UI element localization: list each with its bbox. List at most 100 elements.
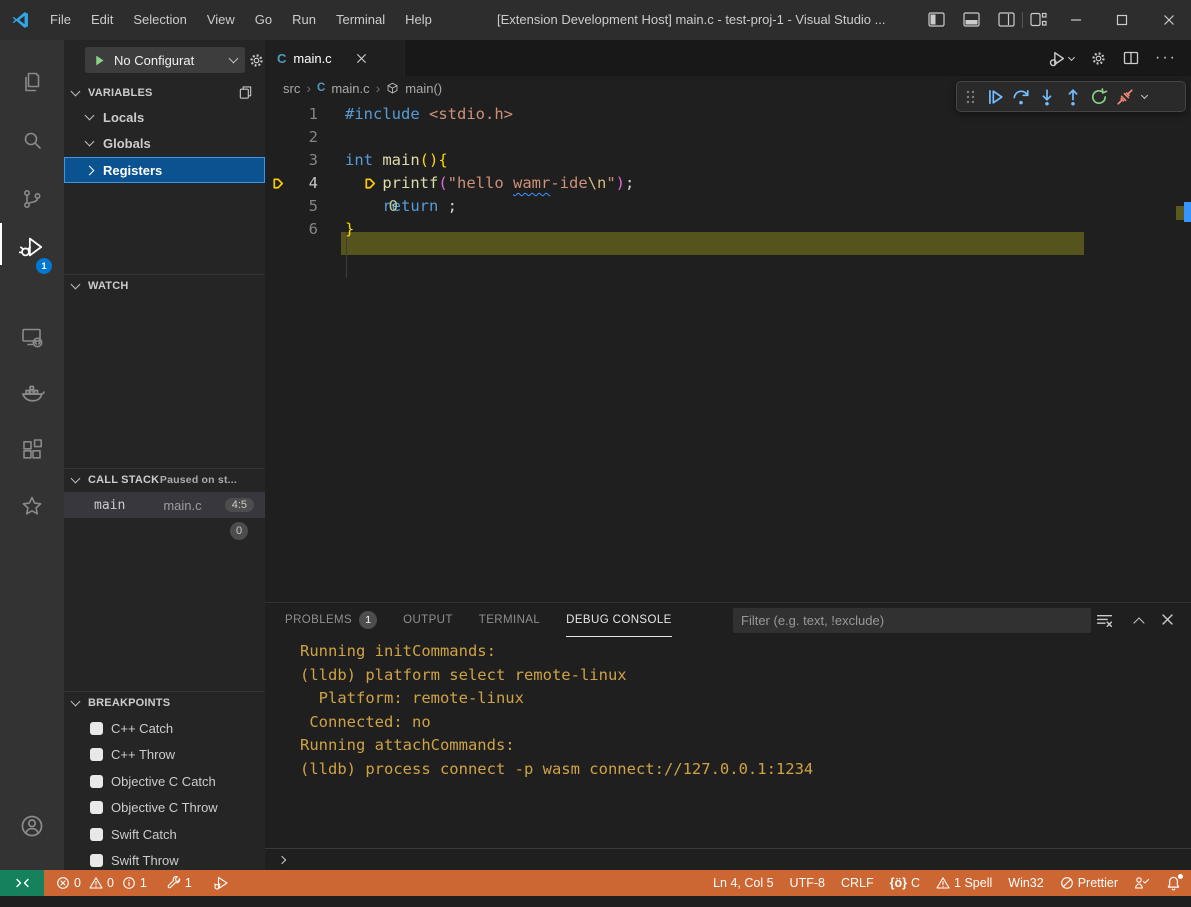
checkbox[interactable] xyxy=(90,722,103,735)
watch-section-header[interactable]: WATCH xyxy=(64,274,265,296)
breadcrumb-file[interactable]: main.c xyxy=(331,81,369,96)
encoding-indicator[interactable]: UTF-8 xyxy=(790,876,825,890)
tab-main-c[interactable]: C main.c xyxy=(265,40,405,76)
step-into-icon[interactable] xyxy=(1038,88,1056,106)
tab-terminal[interactable]: TERMINAL xyxy=(479,603,540,637)
start-debug-icon[interactable] xyxy=(93,54,106,67)
variables-scope-globals[interactable]: Globals xyxy=(64,130,265,156)
debug-config-dropdown[interactable]: No Configurat xyxy=(85,47,245,73)
menu-help[interactable]: Help xyxy=(395,0,442,40)
menu-terminal[interactable]: Terminal xyxy=(326,0,395,40)
code-area[interactable]: 1 #include <stdio.h> 2 3 int main(){ 4 p… xyxy=(265,100,1191,602)
error-count: 0 xyxy=(74,876,81,890)
breakpoints-section-header[interactable]: BREAKPOINTS xyxy=(64,691,265,713)
toggle-primary-sidebar-icon[interactable] xyxy=(928,12,945,27)
run-or-debug-icon[interactable] xyxy=(1049,50,1074,67)
menu-view[interactable]: View xyxy=(197,0,245,40)
copy-icon[interactable] xyxy=(238,85,253,100)
language-mode[interactable]: {ӧ} C xyxy=(890,876,920,890)
platform-indicator[interactable]: Win32 xyxy=(1008,876,1043,890)
console-line: (lldb) platform select remote-linux xyxy=(300,664,813,688)
problems-indicator[interactable]: 0 0 1 xyxy=(56,876,147,890)
breakpoint-cpp-catch[interactable]: C++ Catch xyxy=(64,715,265,741)
close-panel-icon[interactable] xyxy=(1161,613,1174,626)
breakpoint-swift-catch[interactable]: Swift Catch xyxy=(64,821,265,847)
debug-status-indicator[interactable] xyxy=(214,876,229,890)
stack-frame-row[interactable]: main main.c 4:5 xyxy=(64,492,265,518)
code-line-2: 2 xyxy=(265,126,1191,149)
customize-layout-icon[interactable] xyxy=(1030,12,1047,27)
docker-icon[interactable] xyxy=(0,369,64,417)
menu-run[interactable]: Run xyxy=(282,0,326,40)
remote-explorer-icon[interactable] xyxy=(0,313,64,361)
close-window-button[interactable] xyxy=(1147,0,1191,40)
formatter-indicator[interactable]: Prettier xyxy=(1060,876,1118,890)
debug-console-output[interactable]: Running initCommands: (lldb) platform se… xyxy=(300,640,813,781)
variables-scope-registers[interactable]: Registers xyxy=(64,157,265,183)
split-editor-icon[interactable] xyxy=(1123,50,1139,66)
cursor-position[interactable]: Ln 4, Col 5 xyxy=(713,876,773,890)
checkbox[interactable] xyxy=(90,854,103,867)
console-line: (lldb) process connect -p wasm connect:/… xyxy=(300,758,813,782)
overview-ruler-currentline-mark xyxy=(1176,206,1184,220)
callstack-title: CALL STACK xyxy=(88,474,159,486)
maximize-button[interactable] xyxy=(1100,0,1144,40)
breadcrumb-symbol[interactable]: main() xyxy=(405,81,442,96)
launch-settings-gear-icon[interactable] xyxy=(248,52,265,69)
explorer-icon[interactable] xyxy=(0,58,64,106)
minimize-button[interactable] xyxy=(1054,0,1098,40)
toggle-panel-icon[interactable] xyxy=(963,12,980,27)
source-control-icon[interactable] xyxy=(0,175,64,223)
breadcrumb-separator: › xyxy=(306,80,311,96)
breakpoint-objc-throw[interactable]: Objective C Throw xyxy=(64,794,265,820)
checkbox[interactable] xyxy=(90,828,103,841)
disconnect-icon[interactable] xyxy=(1116,88,1134,106)
more-actions-icon[interactable]: ··· xyxy=(1155,53,1177,63)
chevron-down-icon[interactable] xyxy=(1141,92,1148,99)
editor-settings-gear-icon[interactable] xyxy=(1090,50,1107,67)
tab-debug-console[interactable]: DEBUG CONSOLE xyxy=(566,603,672,637)
breakpoint-cpp-throw[interactable]: C++ Throw xyxy=(64,741,265,767)
menu-go[interactable]: Go xyxy=(245,0,282,40)
clear-console-icon[interactable] xyxy=(1096,612,1113,629)
tab-problems[interactable]: PROBLEMS 1 xyxy=(285,603,377,637)
step-over-icon[interactable] xyxy=(1012,88,1030,106)
checkbox[interactable] xyxy=(90,748,103,761)
maximize-panel-icon[interactable] xyxy=(1135,616,1143,627)
scope-label: Registers xyxy=(103,163,162,178)
gripper-icon[interactable] xyxy=(964,89,978,105)
step-out-icon[interactable] xyxy=(1064,88,1082,106)
code-token: \n xyxy=(588,174,607,192)
remote-indicator[interactable] xyxy=(0,870,44,896)
menu-file[interactable]: File xyxy=(40,0,81,40)
tab-label: TERMINAL xyxy=(479,614,540,626)
debug-console-input[interactable] xyxy=(265,848,1191,871)
menu-edit[interactable]: Edit xyxy=(81,0,123,40)
breakpoint-objc-catch[interactable]: Objective C Catch xyxy=(64,768,265,794)
star-icon[interactable] xyxy=(0,482,64,530)
tools-indicator[interactable]: 1 xyxy=(167,876,192,890)
search-icon[interactable] xyxy=(0,116,64,164)
checkbox[interactable] xyxy=(90,801,103,814)
continue-icon[interactable] xyxy=(986,88,1004,106)
variables-section-header[interactable]: VARIABLES xyxy=(64,82,265,104)
variables-scope-locals[interactable]: Locals xyxy=(64,104,265,130)
run-and-debug-icon[interactable] xyxy=(0,223,64,271)
eol-indicator[interactable]: CRLF xyxy=(841,876,874,890)
restart-icon[interactable] xyxy=(1090,88,1108,106)
console-filter-input[interactable] xyxy=(733,608,1091,633)
breadcrumb-src[interactable]: src xyxy=(283,81,300,96)
twisty-icon xyxy=(71,87,81,97)
close-tab-icon[interactable] xyxy=(356,53,367,64)
checkbox[interactable] xyxy=(90,775,103,788)
extensions-icon[interactable] xyxy=(0,426,64,474)
spell-indicator[interactable]: 1 Spell xyxy=(936,876,992,890)
active-view-indicator xyxy=(0,223,2,265)
menu-selection[interactable]: Selection xyxy=(123,0,196,40)
feedback-icon[interactable] xyxy=(1134,876,1150,890)
notifications-bell[interactable] xyxy=(1166,876,1181,891)
callstack-section-header[interactable]: CALL STACK Paused on st... xyxy=(64,468,265,490)
tab-output[interactable]: OUTPUT xyxy=(403,603,453,637)
toggle-secondary-sidebar-icon[interactable] xyxy=(998,12,1015,27)
account-icon[interactable] xyxy=(0,802,64,850)
